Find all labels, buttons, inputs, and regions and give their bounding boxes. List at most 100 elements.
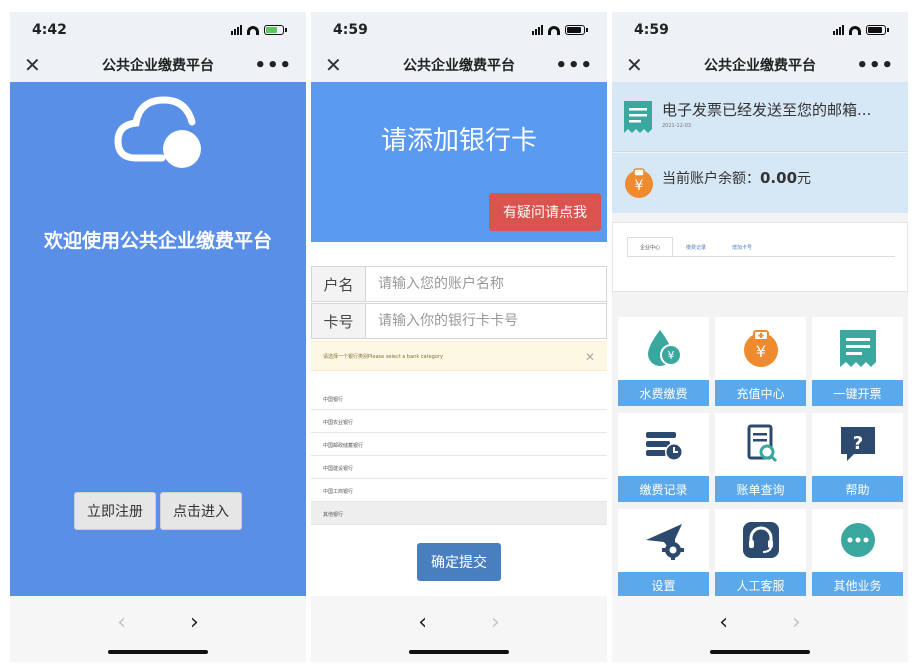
service-grid: ¥ 水费缴费 ¥ 充值中心 一键开票 缴费记录 账单查询 ? 帮助 设置 人工客… [618, 317, 903, 598]
navbar: ✕ 公共企业缴费平台 ••• [612, 48, 908, 82]
bank-option[interactable]: 中国邮政储蓄银行 [311, 433, 607, 456]
enter-button[interactable]: 点击进入 [160, 492, 242, 530]
home-indicator[interactable] [409, 650, 509, 654]
more-business-icon [841, 523, 875, 557]
navbar-title: 公共企业缴费平台 [704, 58, 816, 74]
home-indicator[interactable] [108, 650, 208, 654]
water-drop-icon: ¥ [648, 330, 682, 366]
tab-payment-records[interactable]: 缴费记录 [673, 237, 719, 258]
navbar: ✕ 公共企业缴费平台 ••• [311, 48, 607, 82]
svg-text:?: ? [853, 433, 863, 454]
close-icon[interactable]: ✕ [325, 53, 342, 77]
tabs-panel: 企业中心 缴费记录 增加卡号 [612, 222, 908, 292]
browser-bottom-bar: ‹ › [311, 596, 607, 662]
chevron-right-icon[interactable]: › [792, 610, 801, 635]
invoice-notice[interactable]: 电子发票已经发送至您的邮箱... 2021-12-03 [612, 82, 908, 152]
svg-text:¥: ¥ [668, 349, 675, 362]
bank-category-alert: 请选择一个银行类别Please select a bank category ✕ [311, 341, 607, 371]
more-icon[interactable]: ••• [254, 55, 292, 76]
bank-list: 中国银行 中国农业银行 中国邮政储蓄银行 中国建设银行 中国工商银行 其他银行 [311, 387, 607, 525]
status-bar: 4:59 [612, 12, 908, 48]
invoice-icon [624, 101, 652, 133]
chevron-left-icon[interactable]: ‹ [418, 610, 427, 635]
balance-label: 当前账户余额： [662, 171, 760, 187]
tile-label: 充值中心 [715, 380, 806, 406]
bank-option[interactable]: 中国银行 [311, 387, 607, 410]
tile-label: 帮助 [812, 476, 903, 502]
tile-recharge[interactable]: ¥ 充值中心 [715, 317, 806, 406]
help-button[interactable]: 有疑问请点我 [489, 193, 601, 231]
more-icon[interactable]: ••• [555, 55, 593, 76]
welcome-title: 欢迎使用公共企业缴费平台 [43, 230, 272, 252]
register-button[interactable]: 立即注册 [74, 492, 156, 530]
chevron-right-icon[interactable]: › [190, 610, 199, 635]
alert-text: 请选择一个银行类别Please select a bank category [323, 354, 443, 360]
close-icon[interactable]: ✕ [626, 53, 643, 77]
svg-text:¥: ¥ [756, 342, 766, 361]
more-icon[interactable]: ••• [856, 55, 894, 76]
tile-settings[interactable]: 设置 [618, 509, 709, 598]
tile-label: 人工客服 [715, 572, 806, 598]
chevron-left-icon[interactable]: ‹ [117, 610, 126, 635]
bank-option[interactable]: 中国工商银行 [311, 479, 607, 502]
page-title: 请添加银行卡 [380, 126, 537, 156]
navbar-title: 公共企业缴费平台 [102, 58, 214, 74]
tile-one-click-invoice[interactable]: 一键开票 [812, 317, 903, 406]
home-indicator[interactable] [710, 650, 810, 654]
tile-help[interactable]: ? 帮助 [812, 413, 903, 502]
phone-add-bank-card-screen: 4:59 ✕ 公共企业缴费平台 ••• 请添加银行卡 有疑问请点我 户名 卡号 … [311, 12, 607, 662]
status-bar: 4:42 [10, 12, 306, 48]
navbar-title: 公共企业缴费平台 [403, 58, 515, 74]
tile-customer-service[interactable]: 人工客服 [715, 509, 806, 598]
chevron-left-icon[interactable]: ‹ [719, 610, 728, 635]
tab-enterprise-center[interactable]: 企业中心 [627, 237, 674, 258]
phone-welcome-screen: 4:42 ✕ 公共企业缴费平台 ••• 欢迎使用公共企业缴费平台 立即注册 点击… [10, 12, 306, 662]
phone-dashboard-screen: 4:59 ✕ 公共企业缴费平台 ••• 电子发票已经发送至您的邮箱... 202… [612, 12, 908, 662]
signal-icon [532, 25, 543, 35]
tile-label: 一键开票 [812, 380, 903, 406]
balance-card: ¥ 当前账户余额：0.00元 [612, 153, 908, 213]
account-name-row: 户名 [311, 266, 607, 302]
cloud-icon [114, 96, 201, 168]
welcome-panel: 欢迎使用公共企业缴费平台 立即注册 点击进入 [10, 82, 306, 596]
signal-icon [231, 25, 242, 35]
balance-text: 当前账户余额：0.00元 [662, 168, 811, 188]
payment-record-icon [646, 432, 683, 461]
wifi-icon [849, 25, 861, 35]
tile-label: 账单查询 [715, 476, 806, 502]
card-number-label: 卡号 [312, 304, 366, 338]
signal-icon [833, 25, 844, 35]
status-time: 4:59 [634, 22, 669, 38]
status-time: 4:59 [333, 22, 368, 38]
balance-amount: 0.00 [760, 169, 798, 187]
recharge-icon: ¥ [744, 330, 778, 367]
status-bar: 4:59 [311, 12, 607, 48]
bank-option[interactable]: 中国建设银行 [311, 456, 607, 479]
settings-icon [646, 524, 684, 560]
tile-bill-query[interactable]: 账单查询 [715, 413, 806, 502]
close-alert-icon[interactable]: ✕ [585, 350, 595, 364]
bank-option-selected[interactable]: 其他银行 [311, 502, 607, 525]
help-icon: ? [841, 427, 875, 461]
chevron-right-icon[interactable]: › [491, 610, 500, 635]
tile-water-payment[interactable]: ¥ 水费缴费 [618, 317, 709, 406]
wifi-icon [247, 25, 259, 35]
card-number-input[interactable] [366, 304, 606, 338]
card-form: 户名 卡号 [311, 266, 607, 340]
tile-label: 设置 [618, 572, 709, 598]
bank-option[interactable]: 中国农业银行 [311, 410, 607, 433]
account-name-input[interactable] [366, 267, 606, 301]
status-time: 4:42 [32, 22, 67, 38]
yuan-coin-icon: ¥ [625, 168, 653, 198]
submit-button[interactable]: 确定提交 [417, 543, 501, 581]
close-icon[interactable]: ✕ [24, 53, 41, 77]
tab-add-card[interactable]: 增加卡号 [719, 237, 765, 258]
balance-unit: 元 [797, 171, 812, 187]
battery-charging-icon [264, 25, 287, 35]
tile-label: 其他业务 [812, 572, 903, 598]
navbar: ✕ 公共企业缴费平台 ••• [10, 48, 306, 82]
battery-icon [866, 25, 889, 35]
tile-payment-records[interactable]: 缴费记录 [618, 413, 709, 502]
battery-icon [565, 25, 588, 35]
tile-other-business[interactable]: 其他业务 [812, 509, 903, 598]
